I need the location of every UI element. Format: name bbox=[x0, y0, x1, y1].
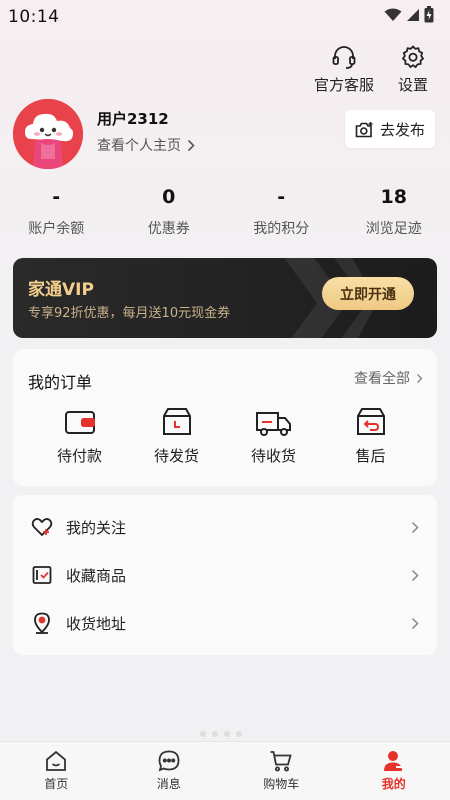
chevron-right-icon bbox=[411, 617, 419, 629]
tab-me[interactable]: 我的 bbox=[338, 742, 450, 800]
stat-value: - bbox=[277, 186, 286, 208]
stat-value: 0 bbox=[162, 186, 176, 208]
status-icons bbox=[384, 6, 434, 23]
truck-icon bbox=[255, 412, 291, 436]
stat-coupons[interactable]: 0 优惠券 bbox=[113, 186, 226, 238]
wallet-icon bbox=[64, 411, 95, 434]
order-pending-shipment[interactable]: 待发货 bbox=[137, 405, 217, 466]
home-icon bbox=[46, 750, 67, 771]
chevron-right-icon bbox=[411, 521, 419, 533]
location-pin-icon bbox=[34, 612, 50, 634]
links-card: 我的关注 收藏商品 收货地址 bbox=[13, 495, 437, 655]
order-pending-payment[interactable]: 待付款 bbox=[40, 405, 120, 466]
settings-button[interactable]: 设置 bbox=[398, 44, 428, 95]
customer-service-label: 官方客服 bbox=[314, 76, 375, 94]
tab-cart[interactable]: 购物车 bbox=[225, 742, 338, 800]
wifi-icon bbox=[384, 8, 402, 21]
chevron-right-icon bbox=[187, 139, 195, 151]
vip-title: 家通VIP bbox=[28, 280, 94, 300]
stat-balance[interactable]: - 账户余额 bbox=[0, 186, 113, 238]
status-bar: 10:14 bbox=[0, 0, 450, 34]
tab-home[interactable]: 首页 bbox=[0, 742, 113, 800]
vip-open-button[interactable]: 立即开通 bbox=[322, 277, 414, 310]
cloud-mascot-icon bbox=[13, 99, 83, 169]
see-all-orders-link[interactable]: 查看全部 bbox=[354, 368, 423, 388]
cart-icon bbox=[270, 751, 292, 772]
tab-label: 购物车 bbox=[263, 777, 300, 791]
see-all-label: 查看全部 bbox=[354, 371, 410, 387]
link-label: 我的关注 bbox=[66, 518, 127, 537]
message-icon bbox=[158, 750, 180, 772]
heart-plus-icon bbox=[31, 518, 53, 537]
avatar[interactable] bbox=[13, 99, 83, 169]
view-profile-label: 查看个人主页 bbox=[97, 138, 181, 154]
box-icon bbox=[162, 408, 191, 435]
status-time: 10:14 bbox=[8, 7, 60, 27]
stat-points[interactable]: - 我的积分 bbox=[225, 186, 338, 238]
tab-label: 我的 bbox=[381, 777, 406, 791]
headset-icon bbox=[332, 46, 356, 69]
tab-label: 消息 bbox=[156, 777, 181, 791]
stat-label: 浏览足迹 bbox=[365, 221, 422, 237]
stat-label: 账户余额 bbox=[28, 221, 85, 237]
link-my-follows[interactable]: 我的关注 bbox=[13, 503, 437, 551]
order-after-sales[interactable]: 售后 bbox=[331, 405, 411, 466]
collection-icon bbox=[32, 566, 52, 584]
link-label: 收藏商品 bbox=[66, 566, 127, 585]
tab-label: 首页 bbox=[44, 777, 69, 791]
order-status-row: 待付款 待发货 待收货 售后 bbox=[13, 405, 437, 466]
tab-messages[interactable]: 消息 bbox=[113, 742, 226, 800]
stats-row: - 账户余额 0 优惠券 - 我的积分 18 浏览足迹 bbox=[0, 186, 450, 238]
camera-plus-icon bbox=[355, 121, 373, 137]
order-pending-receipt[interactable]: 待收货 bbox=[234, 405, 314, 466]
orders-title: 我的订单 bbox=[28, 373, 93, 392]
battery-icon bbox=[424, 6, 434, 23]
settings-label: 设置 bbox=[398, 76, 429, 94]
signal-icon bbox=[407, 8, 419, 21]
page-dot bbox=[212, 731, 218, 737]
order-status-label: 售后 bbox=[355, 447, 386, 465]
chevron-right-icon bbox=[417, 373, 423, 383]
gear-icon bbox=[401, 45, 425, 69]
link-shipping-address[interactable]: 收货地址 bbox=[13, 599, 437, 647]
bottom-tab-bar: 首页 消息 购物车 我的 bbox=[0, 741, 450, 800]
order-status-label: 待发货 bbox=[153, 447, 199, 465]
vip-card[interactable]: 家通VIP 专享92折优惠，每月送10元现金券 立即开通 bbox=[13, 258, 437, 338]
page-dot bbox=[236, 731, 242, 737]
order-status-label: 待付款 bbox=[56, 447, 102, 465]
link-favorites[interactable]: 收藏商品 bbox=[13, 551, 437, 599]
stat-label: 我的积分 bbox=[253, 221, 310, 237]
stat-value: - bbox=[52, 186, 61, 208]
publish-button[interactable]: 去发布 bbox=[345, 110, 435, 148]
page-dot bbox=[200, 731, 206, 737]
orders-card: 我的订单 查看全部 待付款 待发货 待收货 售后 bbox=[13, 349, 437, 486]
publish-label: 去发布 bbox=[379, 120, 425, 139]
stat-value: 18 bbox=[380, 186, 407, 208]
order-status-label: 待收货 bbox=[250, 447, 296, 465]
page-indicator bbox=[200, 731, 242, 737]
return-box-icon bbox=[356, 408, 385, 435]
page-dot bbox=[224, 731, 230, 737]
user-icon bbox=[383, 751, 402, 771]
stat-history[interactable]: 18 浏览足迹 bbox=[338, 186, 450, 238]
chevron-right-icon bbox=[411, 569, 419, 581]
vip-description: 专享92折优惠，每月送10元现金券 bbox=[28, 306, 231, 321]
view-profile-link[interactable]: 查看个人主页 bbox=[97, 135, 195, 155]
customer-service-button[interactable]: 官方客服 bbox=[314, 44, 374, 95]
link-label: 收货地址 bbox=[66, 614, 127, 633]
username: 用户2312 bbox=[97, 110, 169, 128]
stat-label: 优惠券 bbox=[147, 221, 190, 237]
